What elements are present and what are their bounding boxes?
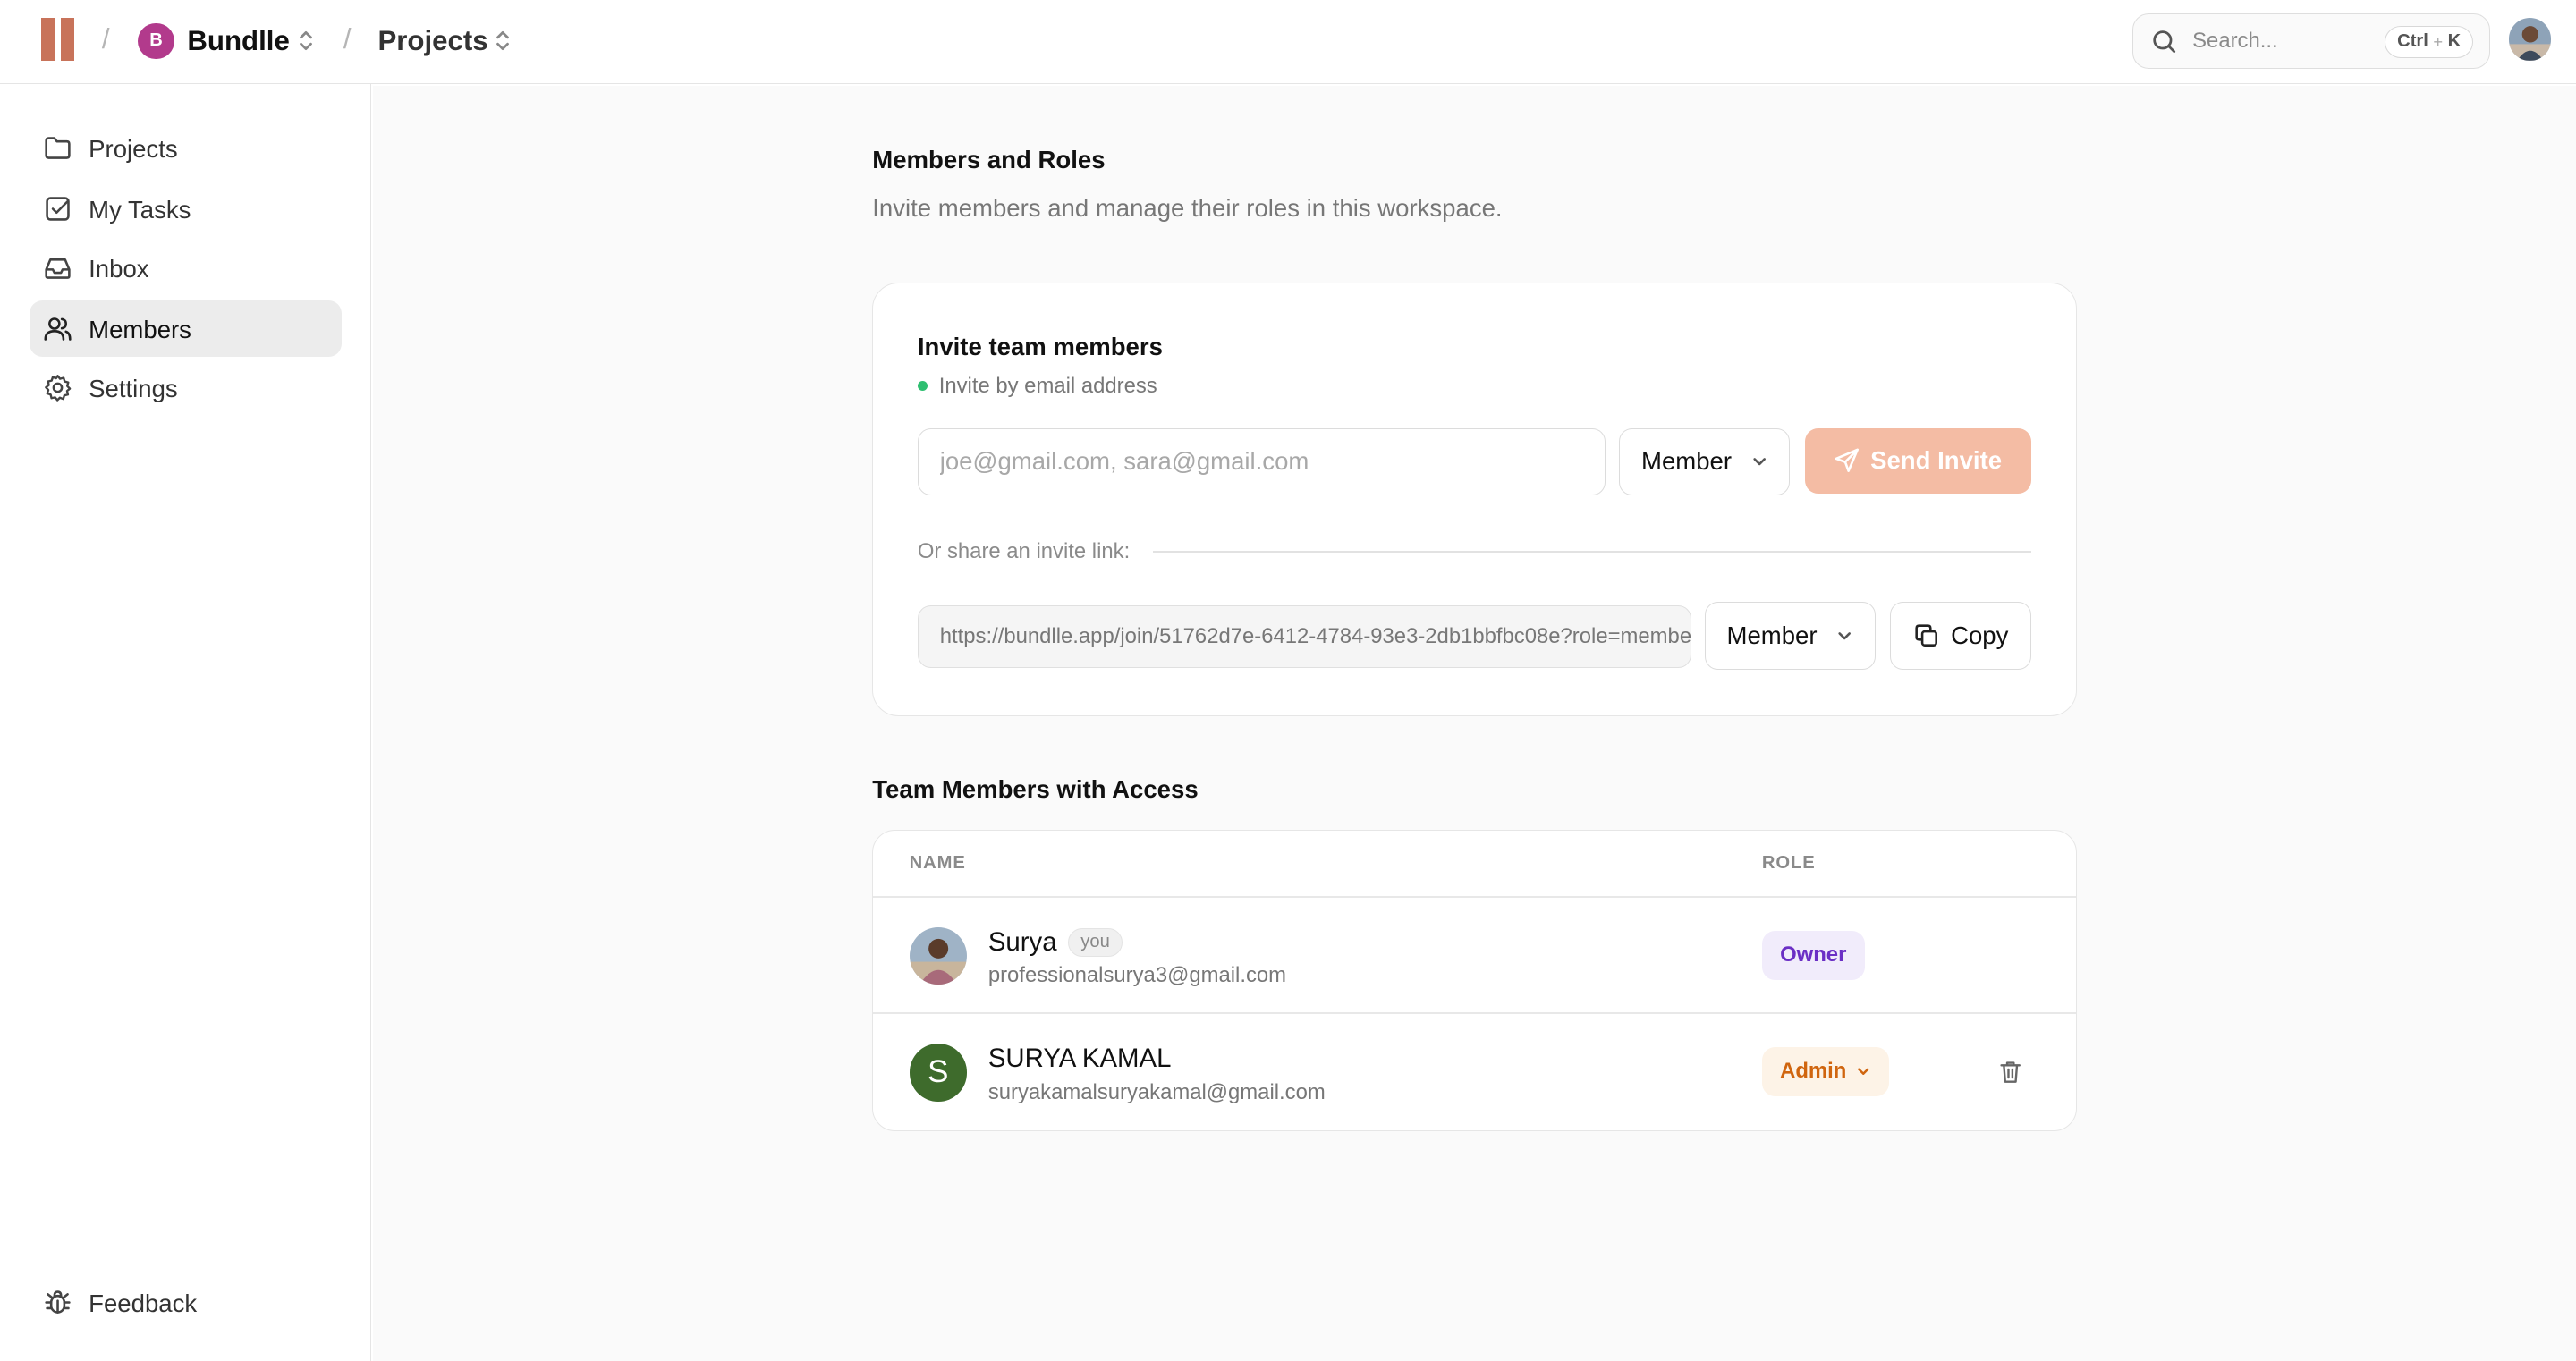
table-row: S SURYA KAMAL suryakamalsuryakamal@gmail… — [873, 1014, 2075, 1129]
top-bar: / B Bundlle / Projects Search... Ctrl + K — [0, 0, 2576, 84]
role-select-admin[interactable]: Admin — [1761, 1046, 1890, 1097]
chevron-down-icon — [1753, 458, 1766, 466]
member-email: professionalsurya3@gmail.com — [987, 963, 1287, 988]
sidebar-item-settings[interactable]: Settings — [30, 359, 342, 415]
column-header-name: NAME — [909, 853, 966, 874]
users-icon — [44, 317, 72, 341]
invite-link-field[interactable]: https://bundlle.app/join/51762d7e-6412-4… — [917, 604, 1691, 668]
copy-label: Copy — [1951, 621, 2009, 649]
column-header-role: ROLE — [1761, 853, 1816, 874]
folder-icon — [45, 136, 71, 159]
member-name-text: Surya — [987, 926, 1057, 957]
sidebar-item-projects[interactable]: Projects — [30, 120, 342, 175]
sidebar-item-label: Settings — [89, 374, 178, 402]
member-email: suryakamalsuryakamal@gmail.com — [987, 1079, 1326, 1104]
breadcrumb-separator: / — [343, 22, 352, 55]
sidebar-item-members[interactable]: Members — [30, 300, 343, 357]
invite-role-select[interactable]: Member — [1619, 427, 1791, 495]
member-name: Surya you — [988, 927, 1123, 958]
send-icon — [1835, 449, 1859, 473]
sidebar-item-label: My Tasks — [89, 195, 191, 224]
link-role-select[interactable]: Member — [1704, 602, 1876, 670]
invite-subtitle: Invite by email address — [917, 373, 1157, 399]
main-content: Members and Roles Invite members and man… — [372, 85, 2576, 1361]
breadcrumb-separator: / — [101, 22, 110, 55]
inbox-icon — [45, 258, 71, 279]
member-name: SURYA KAMAL — [988, 1044, 1172, 1074]
send-invite-label: Send Invite — [1870, 446, 2003, 475]
search-placeholder: Search... — [2192, 29, 2278, 54]
copy-link-button[interactable]: Copy — [1890, 602, 2032, 670]
member-name-text: SURYA KAMAL — [987, 1044, 1172, 1074]
sidebar-item-my-tasks[interactable]: My Tasks — [30, 181, 342, 236]
share-link-label: Or share an invite link: — [917, 539, 1150, 565]
role-label: Owner — [1780, 943, 1847, 968]
email-input[interactable] — [917, 427, 1606, 495]
bug-icon — [45, 1290, 71, 1314]
feedback-label: Feedback — [89, 1289, 198, 1317]
invite-card: Invite team members Invite by email addr… — [872, 282, 2077, 716]
chevron-up-down-icon[interactable] — [493, 26, 513, 55]
search-shortcut: Ctrl + K — [2385, 25, 2474, 59]
member-avatar — [909, 926, 967, 985]
invite-role-value: Member — [1641, 447, 1733, 476]
members-table: NAME ROLE Surya you professionalsurya3@g… — [872, 829, 2077, 1132]
divider — [1152, 551, 2032, 554]
send-invite-button[interactable]: Send Invite — [1804, 427, 2032, 494]
sidebar-item-inbox[interactable]: Inbox — [30, 240, 342, 295]
page-title: Members and Roles — [872, 146, 1106, 174]
search-box[interactable]: Search... Ctrl + K — [2132, 13, 2491, 70]
gear-icon — [44, 375, 72, 402]
role-badge-owner: Owner — [1761, 930, 1865, 980]
role-label: Admin — [1780, 1059, 1847, 1084]
member-avatar: S — [909, 1044, 967, 1102]
search-icon — [2153, 30, 2176, 54]
user-avatar[interactable] — [2508, 18, 2552, 61]
breadcrumb-projects[interactable]: Projects — [377, 25, 487, 57]
copy-icon — [1915, 624, 1937, 647]
sidebar-item-feedback[interactable]: Feedback — [30, 1274, 342, 1330]
trash-icon[interactable] — [1997, 1059, 2023, 1085]
sidebar-item-label: Inbox — [89, 254, 149, 283]
workspace-avatar[interactable]: B — [138, 22, 174, 60]
checkbox-icon — [46, 197, 70, 221]
team-section-title: Team Members with Access — [872, 774, 1199, 803]
page-subtitle: Invite members and manage their roles in… — [872, 193, 1503, 222]
workspace-name[interactable]: Bundlle — [187, 25, 289, 57]
app-logo[interactable] — [40, 18, 74, 61]
invite-subtitle-text: Invite by email address — [938, 373, 1157, 398]
chevron-down-icon — [1838, 631, 1852, 639]
sidebar: Projects My Tasks Inbox Members Settings… — [0, 83, 372, 1361]
invite-title: Invite team members — [917, 332, 1163, 360]
table-row: Surya you professionalsurya3@gmail.com O… — [873, 898, 2075, 1013]
status-dot — [917, 381, 928, 392]
chevron-down-icon — [1858, 1068, 1869, 1076]
sidebar-item-label: Projects — [89, 134, 178, 163]
sidebar-item-label: Members — [89, 315, 191, 343]
chevron-up-down-icon[interactable] — [296, 26, 316, 55]
link-role-value: Member — [1726, 621, 1818, 649]
you-badge: you — [1068, 927, 1123, 958]
